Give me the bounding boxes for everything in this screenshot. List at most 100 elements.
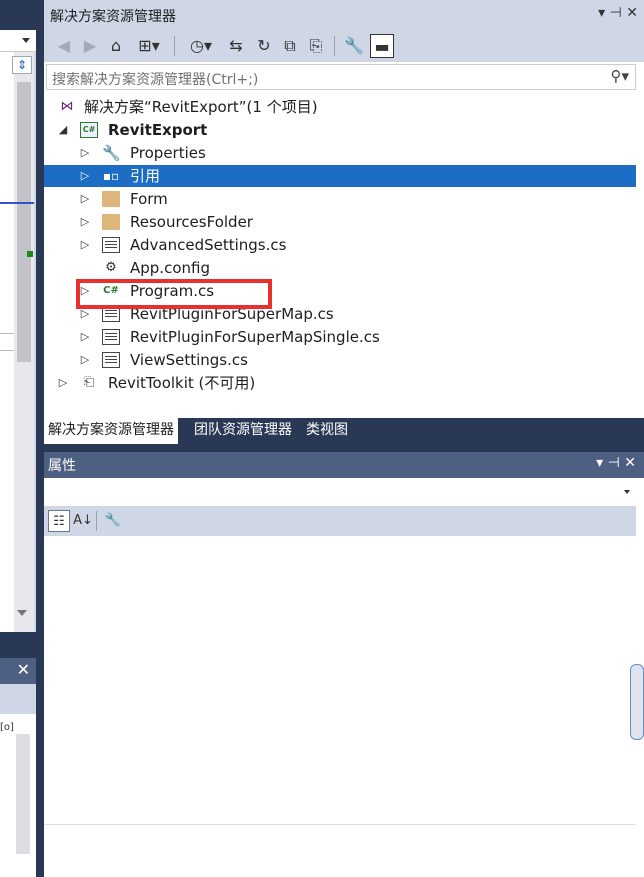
wrench-icon: 🔧 [102,144,121,162]
expander-icon[interactable]: ▷ [78,234,92,256]
tree-item-rpsms[interactable]: ▷ RevitPluginForSuperMapSingle.cs [44,326,636,348]
scrollbar-thumb[interactable] [17,82,31,362]
close-icon[interactable]: ✕ [17,660,30,679]
toolbar-separator [174,36,175,56]
tree-item-appconfig[interactable]: ⚙ App.config [44,257,636,279]
output-scrollbar[interactable] [16,734,30,854]
form-file-icon [102,352,120,368]
tree-item-advsettings[interactable]: ▷ AdvancedSettings.cs [44,234,636,256]
output-panel-header: ✕ [0,658,36,684]
scroll-down-icon[interactable] [17,610,27,616]
csharp-project-icon: C# [80,122,98,138]
forward-icon[interactable]: ▶ [78,34,102,58]
tree-item-viewsettings[interactable]: ▷ ViewSettings.cs [44,349,636,371]
expander-icon[interactable]: ▷ [78,165,92,187]
editor-tab-bar [0,0,36,30]
form-file-icon [102,329,120,345]
editor-vertical-scrollbar[interactable] [14,52,34,632]
tree-item-label: Properties [130,144,206,162]
categorized-icon[interactable]: ☷ [48,510,70,532]
window-controls[interactable]: ▾ ⊣ ✕ [596,455,636,471]
refresh-icon[interactable]: ↻ [252,34,276,58]
tree-item-label: RevitToolkit (不可用) [108,374,256,392]
tree-item-solution[interactable]: ⋈ 解决方案“RevitExport”(1 个项目) [44,96,636,118]
output-panel-body: [o] [0,714,36,877]
preview-icon[interactable]: ▬ [370,34,394,58]
highlight-box [76,279,272,309]
output-panel-toolbar [0,684,36,714]
tree-item-label: 引用 [130,167,161,185]
expander-icon[interactable]: ▷ [78,211,92,233]
search-input[interactable]: 搜索解决方案资源管理器(Ctrl+;) ⚲▾ [46,64,636,90]
property-pages-icon[interactable]: 🔧 [102,510,124,532]
navigation-dropdown[interactable] [0,30,36,52]
tree-item-references[interactable]: ▷ ▪▫ 引用 [44,165,636,187]
tree-item-resources[interactable]: ▷ ResourcesFolder [44,211,636,233]
expander-icon[interactable]: ▷ [78,349,92,371]
tree-item-label: App.config [130,259,210,277]
change-marker [27,251,33,257]
sync-icon[interactable]: ⇆ [224,34,248,58]
tree-item-label: ResourcesFolder [130,213,253,231]
expander-icon[interactable]: ▷ [78,142,92,164]
toolbar-separator [96,511,97,531]
property-grid[interactable] [44,536,636,824]
properties-panel: 属性 ▾ ⊣ ✕ ☷ A↓ 🔧 [44,452,644,877]
caret-line-marker [0,202,34,204]
chevron-down-icon [624,490,630,494]
pending-changes-icon[interactable]: ◷▾ [184,34,218,58]
window-controls[interactable]: ▾ ⊣ ✕ [598,5,638,21]
tree-item-label: 解决方案“RevitExport”(1 个项目) [84,98,318,116]
folder-icon [102,191,120,207]
panel-title: 解决方案资源管理器 [50,9,176,25]
tab-1[interactable]: 团队资源管理器 [190,418,296,444]
switch-views-icon[interactable]: ⊞▾ [132,34,166,58]
expander-icon[interactable]: ▷ [78,326,92,348]
tab-2[interactable]: 类视图 [302,418,352,444]
config-file-icon: ⚙ [105,260,117,275]
description-pane [44,824,636,877]
expander-icon[interactable]: ◢ [56,119,70,141]
solution-explorer-toolbar: ◀ ▶ ⌂ ⊞▾ ◷▾ ⇆ ↻ ⧉ ⎘ 🔧 ▬ [44,30,644,62]
object-selector[interactable] [44,478,636,506]
unavailable-project-icon: ⎗ [83,375,95,390]
tree-item-form[interactable]: ▷ Form [44,188,636,210]
left-editor-strip: ⇕ ✕ [o] [0,0,36,877]
back-icon[interactable]: ◀ [52,34,76,58]
search-icon[interactable]: ⚲▾ [610,67,629,85]
editor-separator [0,333,14,351]
tree-item-label: Form [130,190,168,208]
properties-title-bar: 属性 ▾ ⊣ ✕ [44,452,644,478]
tree-item-label: RevitExport [108,121,208,139]
tree-item-project[interactable]: ◢ C# RevitExport [44,119,636,141]
split-icon[interactable]: ⇕ [12,56,32,74]
solution-icon: ⋈ [60,99,74,114]
references-icon: ▪▫ [102,169,120,183]
solution-explorer-panel: 解决方案资源管理器 ▾ ⊣ ✕ ◀ ▶ ⌂ ⊞▾ ◷▾ ⇆ ↻ ⧉ ⎘ 🔧 ▬ 搜索解决方案资源管理… [44,0,644,420]
expander-icon[interactable]: ▷ [78,188,92,210]
chevron-down-icon [22,38,30,43]
output-text-fragment: [o] [0,722,14,733]
tree-item-label: ViewSettings.cs [130,351,248,369]
form-file-icon [102,237,120,253]
expander-icon[interactable]: ▷ [56,372,70,394]
solution-explorer-title-bar: 解决方案资源管理器 ▾ ⊣ ✕ [44,0,644,30]
tree-item-label: AdvancedSettings.cs [130,236,287,254]
properties-toolbar: ☷ A↓ 🔧 [44,506,636,536]
panel-title: 属性 [48,458,76,474]
tree-item-label: RevitPluginForSuperMapSingle.cs [130,328,380,346]
tab-0[interactable]: 解决方案资源管理器 [44,418,178,444]
properties-wrench-icon[interactable]: 🔧 [342,34,366,58]
tree-item-properties[interactable]: ▷ 🔧 Properties [44,142,636,164]
panel-gap [0,632,36,658]
alphabetical-icon[interactable]: A↓ [72,510,94,532]
bottom-tab-strip: 解决方案资源管理器 团队资源管理器 类视图 [44,418,644,444]
tree-item-toolkit[interactable]: ▷ ⎗ RevitToolkit (不可用) [44,372,636,394]
folder-icon [102,214,120,230]
toolbar-separator [334,36,335,56]
show-all-files-icon[interactable]: ⎘ [304,34,328,58]
scrollbar-thumb[interactable] [630,664,644,740]
collapse-all-icon[interactable]: ⧉ [278,34,302,58]
search-placeholder: 搜索解决方案资源管理器(Ctrl+;) [52,72,259,88]
home-icon[interactable]: ⌂ [104,34,128,58]
